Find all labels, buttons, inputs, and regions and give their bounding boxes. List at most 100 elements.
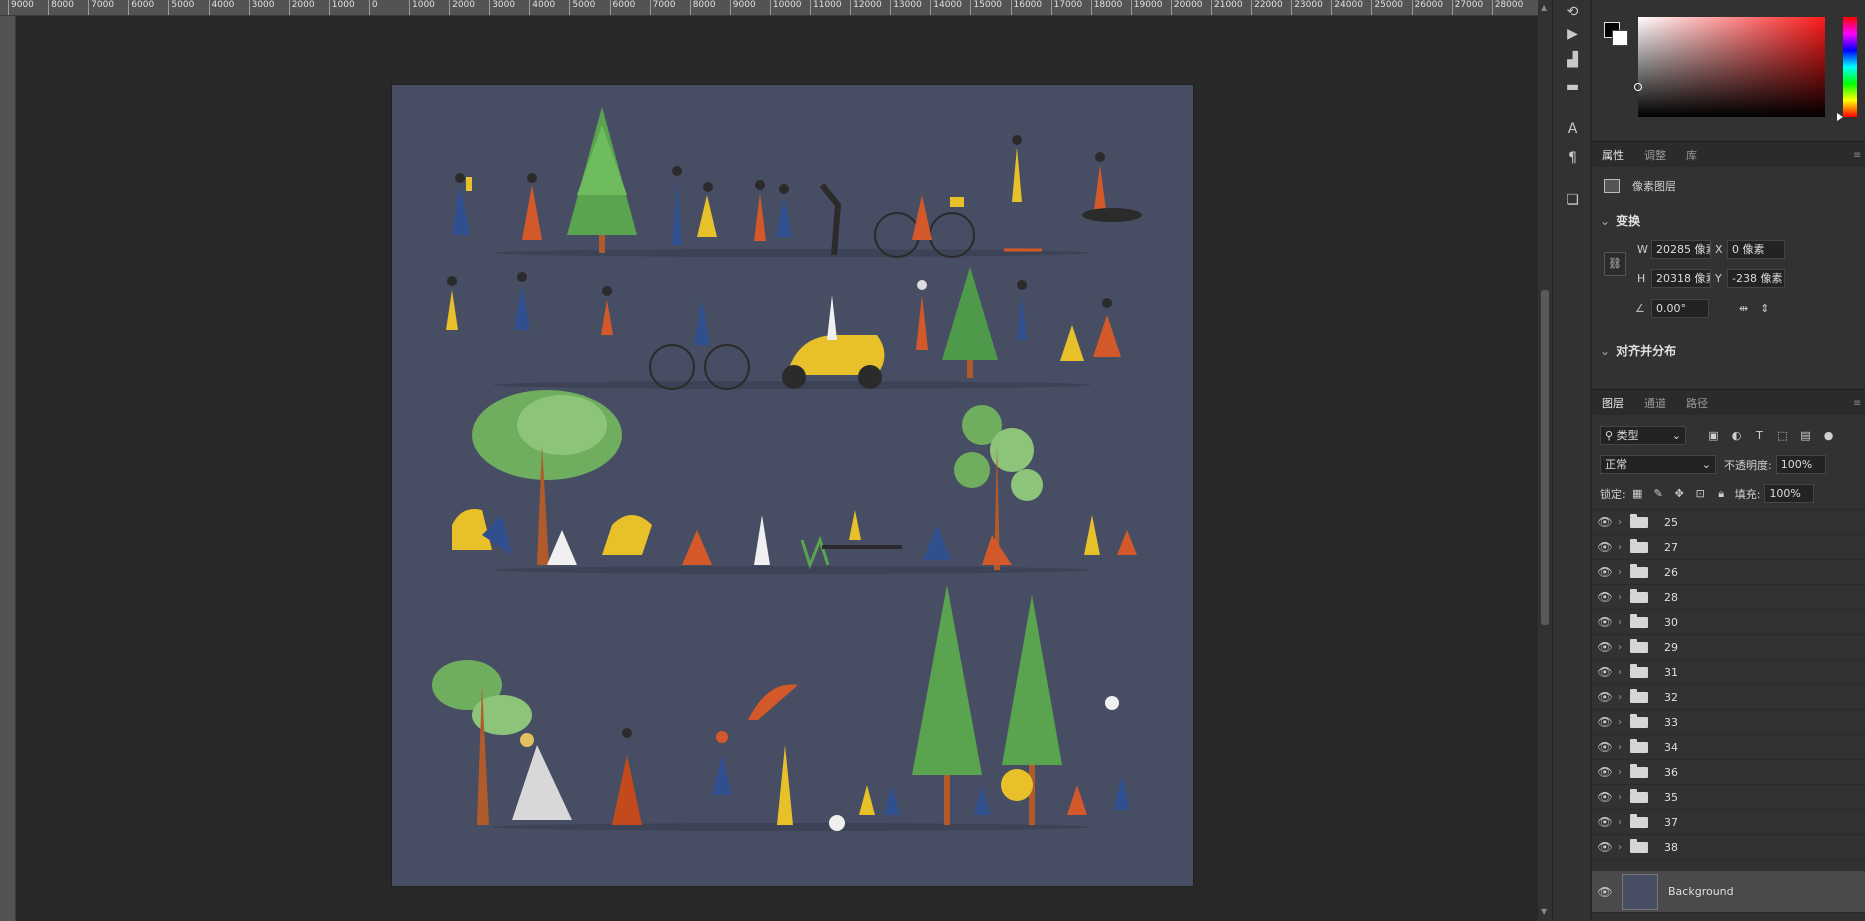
flip-vertical-icon[interactable]: ⇕ [1760,302,1769,315]
blend-mode-select[interactable]: 正常 ⌄ [1600,455,1716,474]
filter-adjustment-icon[interactable]: ◐ [1729,428,1744,443]
filter-smart-object-icon[interactable]: ▤ [1798,428,1813,443]
x-field[interactable]: 0 像素 [1727,240,1785,259]
play-icon[interactable]: ▶ [1553,22,1592,46]
visibility-eye-icon[interactable]: 👁︎ [1592,565,1618,579]
layer-row[interactable]: 👁︎ › 31 [1592,660,1865,685]
layer-row[interactable]: 👁︎ › 33 [1592,710,1865,735]
color-picker-cursor[interactable] [1634,83,1642,91]
tab-properties[interactable]: 属性 [1600,147,1626,163]
lock-all-icon[interactable]: 🔒︎ [1714,486,1729,501]
filter-type-icon[interactable]: T [1752,428,1767,443]
comment-icon[interactable]: ▬ [1553,75,1592,99]
hue-slider[interactable] [1837,17,1857,121]
lock-artboard-icon[interactable]: ⊡ [1693,486,1708,501]
link-dimensions-icon[interactable]: ⛓ [1604,252,1626,276]
visibility-eye-icon[interactable]: 👁︎ [1592,840,1618,854]
chevron-right-icon[interactable]: › [1618,767,1630,778]
panel-menu-icon[interactable]: ≡ [1853,150,1861,161]
layer-row[interactable]: 👁︎ › 29 [1592,635,1865,660]
visibility-eye-icon[interactable]: 👁︎ [1592,615,1618,629]
y-field[interactable]: -238 像素 [1727,269,1785,288]
ruler-tick-label: 7000 [649,0,676,15]
filter-pixel-icon[interactable]: ▣ [1706,428,1721,443]
scroll-up-arrow-icon[interactable]: ▲ [1541,4,1549,12]
visibility-eye-icon[interactable]: 👁︎ [1592,765,1618,779]
layer-row[interactable]: 👁︎ › 35 [1592,785,1865,810]
chevron-right-icon[interactable]: › [1618,667,1630,678]
document-canvas[interactable] [392,85,1193,886]
lock-brush-icon[interactable]: ✎ [1651,486,1666,501]
ruler-vertical[interactable] [0,16,16,921]
width-field[interactable]: 20285 像素 [1651,240,1711,259]
align-title: 对齐并分布 [1616,344,1677,358]
brush-preset-icon[interactable]: ▟ [1553,48,1592,72]
layer-row[interactable]: 👁︎ › 38 [1592,835,1865,860]
character-icon[interactable]: A [1553,117,1592,141]
layer-row[interactable]: 👁︎ › 26 [1592,560,1865,585]
align-section-header[interactable]: ⌄ 对齐并分布 [1600,342,1676,359]
chevron-right-icon[interactable]: › [1618,692,1630,703]
chevron-right-icon[interactable]: › [1618,717,1630,728]
lock-transparent-icon[interactable]: ▦ [1630,486,1645,501]
chevron-right-icon[interactable]: › [1618,617,1630,628]
angle-field[interactable]: 0.00° [1651,299,1709,318]
visibility-eye-icon[interactable]: 👁︎ [1592,815,1618,829]
ruler-horizontal[interactable]: 9000 8000 7000 6000 5000 4000 3000 2000 1000 0 100… [0,0,1538,16]
canvas-area[interactable] [17,17,1538,921]
layer-row[interactable]: 👁︎ › 36 [1592,760,1865,785]
chevron-right-icon[interactable]: › [1618,542,1630,553]
tab-paths[interactable]: 路径 [1684,395,1710,411]
paragraph-icon[interactable]: ¶ [1553,146,1592,170]
scroll-down-arrow-icon[interactable]: ▼ [1541,908,1549,916]
color-picker-field[interactable] [1634,17,1825,117]
layer-row[interactable]: 👁︎ › 25 [1592,510,1865,535]
layer-row[interactable]: 👁︎ › 37 [1592,810,1865,835]
height-field[interactable]: 20318 像素 [1651,269,1711,288]
visibility-eye-icon[interactable]: 👁︎ [1592,665,1618,679]
flip-horizontal-icon[interactable]: ⇹ [1739,302,1748,315]
filter-toggle-icon[interactable]: ● [1821,428,1836,443]
chevron-right-icon[interactable]: › [1618,817,1630,828]
opacity-field[interactable]: 100% ⌄ [1775,455,1826,474]
tab-channels[interactable]: 通道 [1642,395,1668,411]
tab-layers[interactable]: 图层 [1600,395,1626,411]
chevron-right-icon[interactable]: › [1618,567,1630,578]
vertical-scrollbar[interactable]: ▲ ▼ [1538,0,1552,921]
filter-kind-select[interactable]: ⚲ 类型 ⌄ [1600,426,1686,445]
tab-adjustments[interactable]: 调整 [1642,147,1668,163]
chevron-right-icon[interactable]: › [1618,842,1630,853]
transform-section-header[interactable]: ⌄ 变换 [1600,212,1640,229]
visibility-eye-icon[interactable]: 👁︎ [1592,885,1618,899]
layers-comp-icon[interactable]: ❏ [1553,188,1592,212]
visibility-eye-icon[interactable]: 👁︎ [1592,715,1618,729]
chevron-right-icon[interactable]: › [1618,517,1630,528]
chevron-right-icon[interactable]: › [1618,592,1630,603]
visibility-eye-icon[interactable]: 👁︎ [1592,590,1618,604]
filter-shape-icon[interactable]: ⬚ [1775,428,1790,443]
visibility-eye-icon[interactable]: 👁︎ [1592,740,1618,754]
background-layer-row[interactable]: 👁︎ Background [1592,871,1865,913]
layer-row[interactable]: 👁︎ › 34 [1592,735,1865,760]
hue-slider-handle[interactable] [1837,113,1843,121]
fill-field[interactable]: 100% ⌄ [1764,484,1815,503]
layer-row[interactable]: 👁︎ › 27 [1592,535,1865,560]
layer-row[interactable]: 👁︎ › 28 [1592,585,1865,610]
visibility-eye-icon[interactable]: 👁︎ [1592,690,1618,704]
chevron-down-icon: ⌄ [1600,214,1611,228]
background-color-swatch[interactable] [1612,30,1628,46]
panel-menu-icon[interactable]: ≡ [1853,398,1861,409]
chevron-right-icon[interactable]: › [1618,642,1630,653]
visibility-eye-icon[interactable]: 👁︎ [1592,540,1618,554]
layer-row[interactable]: 👁︎ › 32 [1592,685,1865,710]
visibility-eye-icon[interactable]: 👁︎ [1592,515,1618,529]
layer-row[interactable]: 👁︎ › 30 [1592,610,1865,635]
visibility-eye-icon[interactable]: 👁︎ [1592,790,1618,804]
scrollbar-thumb[interactable] [1541,290,1549,625]
history-icon[interactable]: ⟲ [1553,0,1592,24]
visibility-eye-icon[interactable]: 👁︎ [1592,640,1618,654]
lock-move-icon[interactable]: ✥ [1672,486,1687,501]
tab-libraries[interactable]: 库 [1684,147,1699,163]
chevron-right-icon[interactable]: › [1618,742,1630,753]
chevron-right-icon[interactable]: › [1618,792,1630,803]
